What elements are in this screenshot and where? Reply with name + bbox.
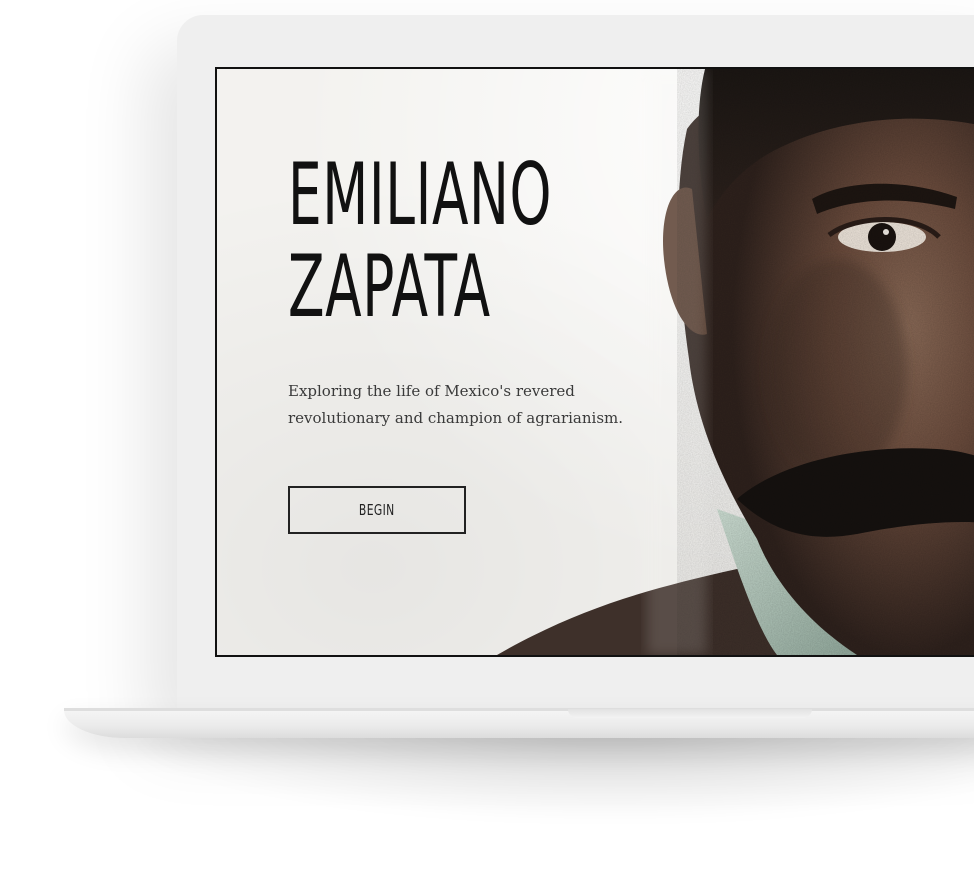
begin-button-label: BEGIN [359,501,395,519]
hero-title: EMILIANO ZAPATA [288,149,552,333]
laptop-base-edge [64,708,974,711]
product-mockup: EMILIANO ZAPATA Exploring the life of Me… [0,0,974,872]
laptop-opening-notch [568,709,812,718]
hero-tagline: Exploring the life of Mexico's revered r… [288,382,624,427]
begin-button[interactable]: BEGIN [288,486,466,534]
hero-title-line-2: ZAPATA [288,237,491,337]
laptop-base [64,708,974,738]
hero-title-line-1: EMILIANO [288,145,553,245]
face-group [663,69,974,655]
laptop-screen: EMILIANO ZAPATA Exploring the life of Me… [215,67,974,657]
